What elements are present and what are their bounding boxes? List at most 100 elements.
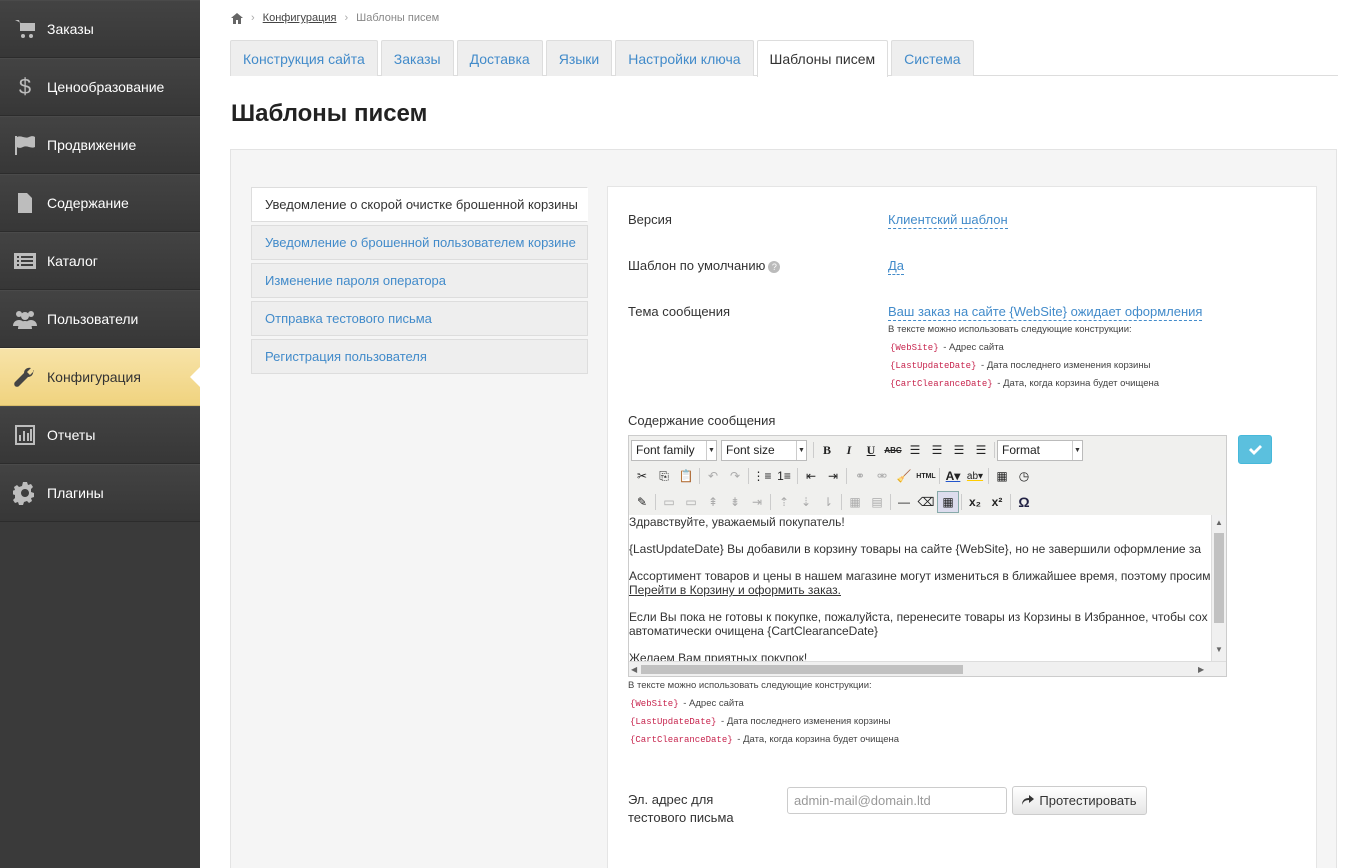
align-justify-icon[interactable]: ☰	[970, 439, 992, 461]
home-icon[interactable]	[231, 12, 243, 24]
sidebar-item-catalog[interactable]: Каталог	[0, 232, 200, 290]
align-right-icon[interactable]: ☰	[948, 439, 970, 461]
merge-cells-icon[interactable]: ▤	[866, 491, 888, 513]
horizontal-rule-icon[interactable]: —	[893, 491, 915, 513]
sidebar-item-promotion[interactable]: Продвижение	[0, 116, 200, 174]
template-item[interactable]: Уведомление о скорой очистке брошенной к…	[251, 187, 588, 222]
editor-vertical-scrollbar[interactable]: ▲ ▼	[1211, 515, 1226, 661]
format-value: Format	[1002, 443, 1041, 457]
bullet-list-icon[interactable]: ⋮≡	[751, 465, 773, 487]
breadcrumb-link-configuration[interactable]: Конфигурация	[263, 12, 337, 24]
template-item[interactable]: Регистрация пользователя	[251, 339, 588, 374]
background-color-icon[interactable]: ab▾	[964, 465, 986, 487]
scroll-left-icon[interactable]: ◀	[631, 665, 637, 674]
default-template-value[interactable]: Да	[888, 258, 905, 275]
content-link[interactable]: Перейти в Корзину и оформить заказ.	[629, 583, 841, 597]
undo-icon[interactable]: ↶	[702, 465, 724, 487]
row-after-icon[interactable]: ⇟	[724, 491, 746, 513]
version-value[interactable]: Клиентский шаблон	[888, 212, 1008, 229]
paste-icon[interactable]: 📋	[675, 465, 697, 487]
numbered-list-icon[interactable]: 1≡	[773, 465, 795, 487]
tab-orders[interactable]: Заказы	[380, 40, 454, 76]
subscript-icon[interactable]: x₂	[964, 491, 986, 513]
sidebar-item-reports[interactable]: Отчеты	[0, 406, 200, 464]
content-line: Ассортимент товаров и цены в нашем магаз…	[629, 569, 1211, 583]
sidebar-item-configuration[interactable]: Конфигурация	[0, 348, 200, 406]
tab-system[interactable]: Система	[891, 40, 974, 76]
test-email-label-line: Эл. адрес для	[628, 792, 714, 807]
tab-languages[interactable]: Языки	[545, 40, 613, 76]
tab-key-settings[interactable]: Настройки ключа	[615, 40, 754, 76]
save-content-button[interactable]	[1238, 435, 1272, 464]
tab-email-templates[interactable]: Шаблоны писем	[756, 40, 889, 77]
indent-icon[interactable]: ⇥	[822, 465, 844, 487]
link-icon[interactable]: ⚭	[849, 465, 871, 487]
tab-site-construction[interactable]: Конструкция сайта	[230, 40, 378, 76]
row-props-icon[interactable]: ▭	[658, 491, 680, 513]
split-cells-icon[interactable]: ▦	[844, 491, 866, 513]
test-email-label: Эл. адрес для тестового письма	[628, 791, 734, 827]
default-template-label: Шаблон по умолчанию?	[628, 258, 781, 273]
test-email-input[interactable]: admin-mail@domain.ltd	[787, 787, 1007, 814]
scroll-up-icon[interactable]: ▲	[1215, 518, 1223, 527]
sidebar-item-pricing[interactable]: $ Ценообразование	[0, 58, 200, 116]
sidebar-item-plugins[interactable]: Плагины	[0, 464, 200, 522]
font-family-select[interactable]: Font family ▼	[631, 439, 717, 461]
hint-desc: - Дата последнего изменения корзины	[978, 360, 1151, 371]
bold-icon[interactable]: B	[816, 439, 838, 461]
tab-delivery[interactable]: Доставка	[456, 40, 543, 76]
scroll-thumb[interactable]	[1214, 533, 1224, 623]
align-left-icon[interactable]: ☰	[904, 439, 926, 461]
editor-toolbar-row-3: ✎ ▭ ▭ ⇞ ⇟ ⇥ ⇡ ⇣ ⇂ ▦ ▤ — ⌫ ▦ x₂ x² Ω	[631, 490, 1035, 514]
editor-content[interactable]: Здравствуйте, уважаемый покупатель! {Las…	[629, 515, 1211, 661]
sidebar-item-label: Конфигурация	[47, 369, 141, 385]
question-icon[interactable]: ?	[768, 260, 781, 273]
default-template-label-text: Шаблон по умолчанию	[628, 258, 766, 273]
special-char-icon[interactable]: Ω	[1013, 491, 1035, 513]
template-item[interactable]: Отправка тестового письма	[251, 301, 588, 336]
sidebar-item-label: Ценообразование	[47, 79, 165, 95]
template-item[interactable]: Уведомление о брошенной пользователем ко…	[251, 225, 588, 260]
scroll-right-icon[interactable]: ▶	[1198, 665, 1204, 674]
sidebar-item-content[interactable]: Содержание	[0, 174, 200, 232]
html-source-icon[interactable]: HTML	[915, 465, 937, 487]
col-after-icon[interactable]: ⇣	[795, 491, 817, 513]
template-item[interactable]: Изменение пароля оператора	[251, 263, 588, 298]
redo-icon[interactable]: ↷	[724, 465, 746, 487]
edit-table-icon[interactable]: ✎	[631, 491, 653, 513]
insert-time-icon[interactable]: ◷	[1013, 465, 1035, 487]
sidebar-item-label: Содержание	[47, 195, 129, 211]
scroll-down-icon[interactable]: ▼	[1215, 645, 1223, 654]
superscript-icon[interactable]: x²	[986, 491, 1008, 513]
chevron-down-icon: ▼	[796, 440, 806, 460]
col-before-icon[interactable]: ⇡	[773, 491, 795, 513]
cleanup-icon[interactable]: 🧹	[893, 465, 915, 487]
subject-value[interactable]: Ваш заказ на сайте {WebSite} ожидает офо…	[888, 304, 1203, 321]
scroll-thumb[interactable]	[641, 665, 963, 674]
editor-horizontal-scrollbar[interactable]: ◀ ▶	[629, 661, 1226, 676]
insert-date-icon[interactable]: ▦	[991, 465, 1013, 487]
font-size-select[interactable]: Font size ▼	[721, 439, 807, 461]
delete-col-icon[interactable]: ⇂	[817, 491, 839, 513]
format-select[interactable]: Format ▼	[997, 439, 1083, 461]
row-before-icon[interactable]: ⇞	[702, 491, 724, 513]
test-button[interactable]: Протестировать	[1012, 786, 1147, 815]
italic-icon[interactable]: I	[838, 439, 860, 461]
delete-row-icon[interactable]: ⇥	[746, 491, 768, 513]
cell-props-icon[interactable]: ▭	[680, 491, 702, 513]
cut-icon[interactable]: ✂	[631, 465, 653, 487]
visual-aid-icon[interactable]: ▦	[937, 491, 959, 513]
sidebar-item-orders[interactable]: Заказы	[0, 0, 200, 58]
unlink-icon[interactable]: ⚮	[871, 465, 893, 487]
sidebar-item-users[interactable]: Пользователи	[0, 290, 200, 348]
text-color-icon[interactable]: A▾	[942, 465, 964, 487]
version-label: Версия	[628, 212, 672, 227]
copy-icon[interactable]: ⎘	[653, 465, 675, 487]
outdent-icon[interactable]: ⇤	[800, 465, 822, 487]
hint-code: {LastUpdateDate}	[630, 717, 717, 727]
strikethrough-icon[interactable]: ABC	[882, 439, 904, 461]
align-center-icon[interactable]: ☰	[926, 439, 948, 461]
underline-icon[interactable]: U	[860, 439, 882, 461]
font-family-value: Font family	[636, 443, 695, 457]
remove-format-icon[interactable]: ⌫	[915, 491, 937, 513]
